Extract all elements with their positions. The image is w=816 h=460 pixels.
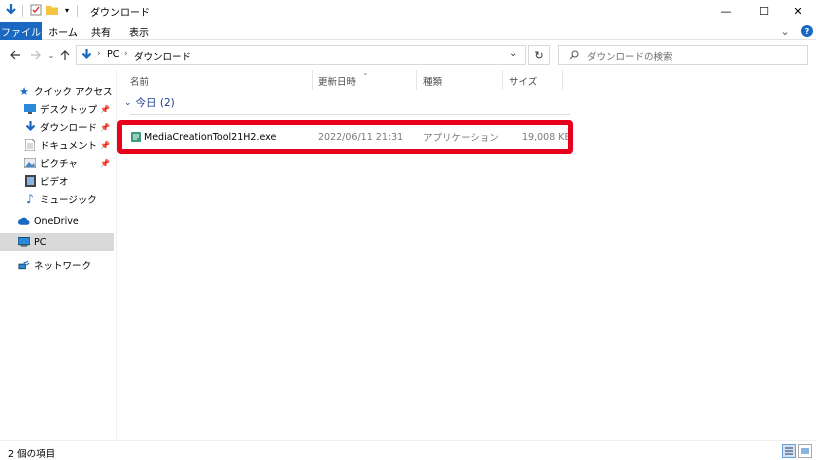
pin-icon[interactable]: 📌	[100, 141, 110, 150]
separator	[77, 5, 78, 17]
refresh-icon: ↻	[534, 48, 544, 62]
help-icon[interactable]: ?	[801, 25, 813, 37]
pin-icon[interactable]: 📌	[100, 159, 110, 168]
column-header-size[interactable]: サイズ	[509, 72, 559, 90]
download-location-icon	[81, 49, 92, 64]
tab-file[interactable]: ファイル	[0, 22, 42, 40]
tab-view[interactable]: 表示	[122, 22, 156, 40]
up-arrow-icon[interactable]	[58, 47, 72, 63]
sidebar-item-label: ミュージック	[40, 195, 97, 206]
sidebar-item-label: ピクチャ	[40, 159, 78, 170]
desktop-icon	[24, 103, 36, 115]
maximize-button[interactable]: ☐	[746, 0, 782, 22]
breadcrumb-chevron-icon: ›	[97, 49, 101, 59]
search-box[interactable]: ダウンロードの検索	[558, 45, 808, 65]
column-header-type[interactable]: 種類	[423, 72, 503, 90]
cloud-icon	[18, 215, 30, 227]
group-header-today[interactable]: ⌄ 今日 (2)	[124, 95, 175, 110]
new-folder-icon[interactable]	[45, 3, 59, 17]
recent-locations-icon[interactable]: ⌄	[44, 47, 58, 63]
search-placeholder: ダウンロードの検索	[587, 52, 673, 63]
sidebar-item-pc[interactable]: PC	[0, 233, 114, 251]
window-title: ダウンロード	[90, 8, 150, 19]
breadcrumb-chevron-icon: ›	[124, 49, 128, 59]
address-dropdown-icon[interactable]: ⌄	[509, 48, 517, 59]
ribbon-tabs: ファイル ホーム 共有 表示 ⌄ ?	[0, 22, 816, 40]
minimize-button[interactable]: —	[708, 0, 744, 22]
pin-icon[interactable]: 📌	[100, 105, 110, 114]
sidebar-item-label: デスクトップ	[40, 105, 98, 116]
download-arrow-icon	[24, 121, 36, 133]
sidebar-item-pictures[interactable]: ピクチャ 📌	[0, 154, 114, 172]
customize-toolbar-icon[interactable]: ▾	[60, 3, 74, 17]
forward-arrow-icon[interactable]	[28, 47, 42, 63]
title-bar: ▾ ダウンロード — ☐ ✕	[0, 0, 816, 22]
column-divider[interactable]	[562, 70, 563, 90]
breadcrumb-downloads[interactable]: ダウンロード	[134, 49, 191, 63]
properties-icon[interactable]	[29, 3, 43, 17]
column-divider[interactable]	[416, 70, 417, 90]
video-icon	[24, 175, 36, 187]
highlight-annotation	[117, 120, 573, 154]
sidebar-item-quick-access[interactable]: ★ クイック アクセス	[0, 82, 114, 100]
address-bar[interactable]: › PC › ダウンロード ⌄	[76, 45, 526, 65]
sidebar-item-documents[interactable]: ドキュメント 📌	[0, 136, 114, 154]
sidebar-item-label: OneDrive	[34, 215, 79, 227]
sidebar-item-label: ドキュメント	[40, 141, 98, 152]
breadcrumb-pc[interactable]: PC	[107, 49, 119, 60]
separator	[22, 5, 23, 17]
address-row: ⌄ › PC › ダウンロード ⌄ ↻ ダウンロードの検索	[0, 41, 816, 69]
pin-icon[interactable]: 📌	[100, 123, 110, 132]
tab-share[interactable]: 共有	[84, 22, 118, 40]
tab-home[interactable]: ホーム	[46, 22, 80, 40]
sidebar-item-downloads[interactable]: ダウンロード 📌	[0, 118, 114, 136]
large-icons-view-icon[interactable]	[798, 444, 812, 458]
music-note-icon: ♪	[26, 192, 34, 206]
close-button[interactable]: ✕	[780, 0, 816, 22]
column-header-date[interactable]: 更新日時	[318, 72, 414, 90]
column-header-name[interactable]: 名前	[130, 72, 310, 90]
pictures-icon	[24, 157, 36, 169]
group-label: 今日 (2)	[135, 97, 175, 109]
refresh-button[interactable]: ↻	[528, 45, 550, 65]
sidebar-item-music[interactable]: ♪ ミュージック	[0, 190, 114, 208]
sidebar-item-label: ビデオ	[40, 177, 69, 188]
sidebar-item-label: ダウンロード	[40, 123, 98, 134]
item-count: 2 個の項目	[8, 449, 56, 460]
document-icon	[24, 139, 36, 151]
computer-icon	[18, 236, 30, 248]
sidebar-item-desktop[interactable]: デスクトップ 📌	[0, 100, 114, 118]
sidebar-item-network[interactable]: ネットワーク	[0, 256, 114, 274]
network-icon	[18, 259, 30, 271]
explorer-window: ▾ ダウンロード — ☐ ✕ ファイル ホーム 共有 表示 ⌄ ? ⌄ › PC…	[0, 0, 816, 460]
ribbon-expand-icon[interactable]: ⌄	[778, 22, 792, 40]
sidebar-item-label: クイック アクセス	[34, 87, 113, 98]
details-view-icon[interactable]	[782, 444, 796, 458]
column-divider[interactable]	[312, 70, 313, 90]
status-bar: 2 個の項目	[0, 440, 816, 460]
download-folder-icon	[4, 3, 18, 17]
group-collapse-icon: ⌄	[124, 97, 132, 108]
column-divider[interactable]	[502, 70, 503, 90]
sidebar-item-onedrive[interactable]: OneDrive	[0, 212, 114, 230]
back-arrow-icon[interactable]	[8, 47, 22, 63]
star-icon: ★	[19, 84, 29, 98]
sidebar-item-label: PC	[34, 236, 47, 248]
sidebar-item-videos[interactable]: ビデオ	[0, 172, 114, 190]
search-icon	[569, 50, 579, 63]
navigation-pane: ★ クイック アクセス デスクトップ 📌 ダウンロード 📌 ドキュメント 📌 ピ…	[0, 70, 117, 440]
sidebar-item-label: ネットワーク	[34, 261, 92, 272]
